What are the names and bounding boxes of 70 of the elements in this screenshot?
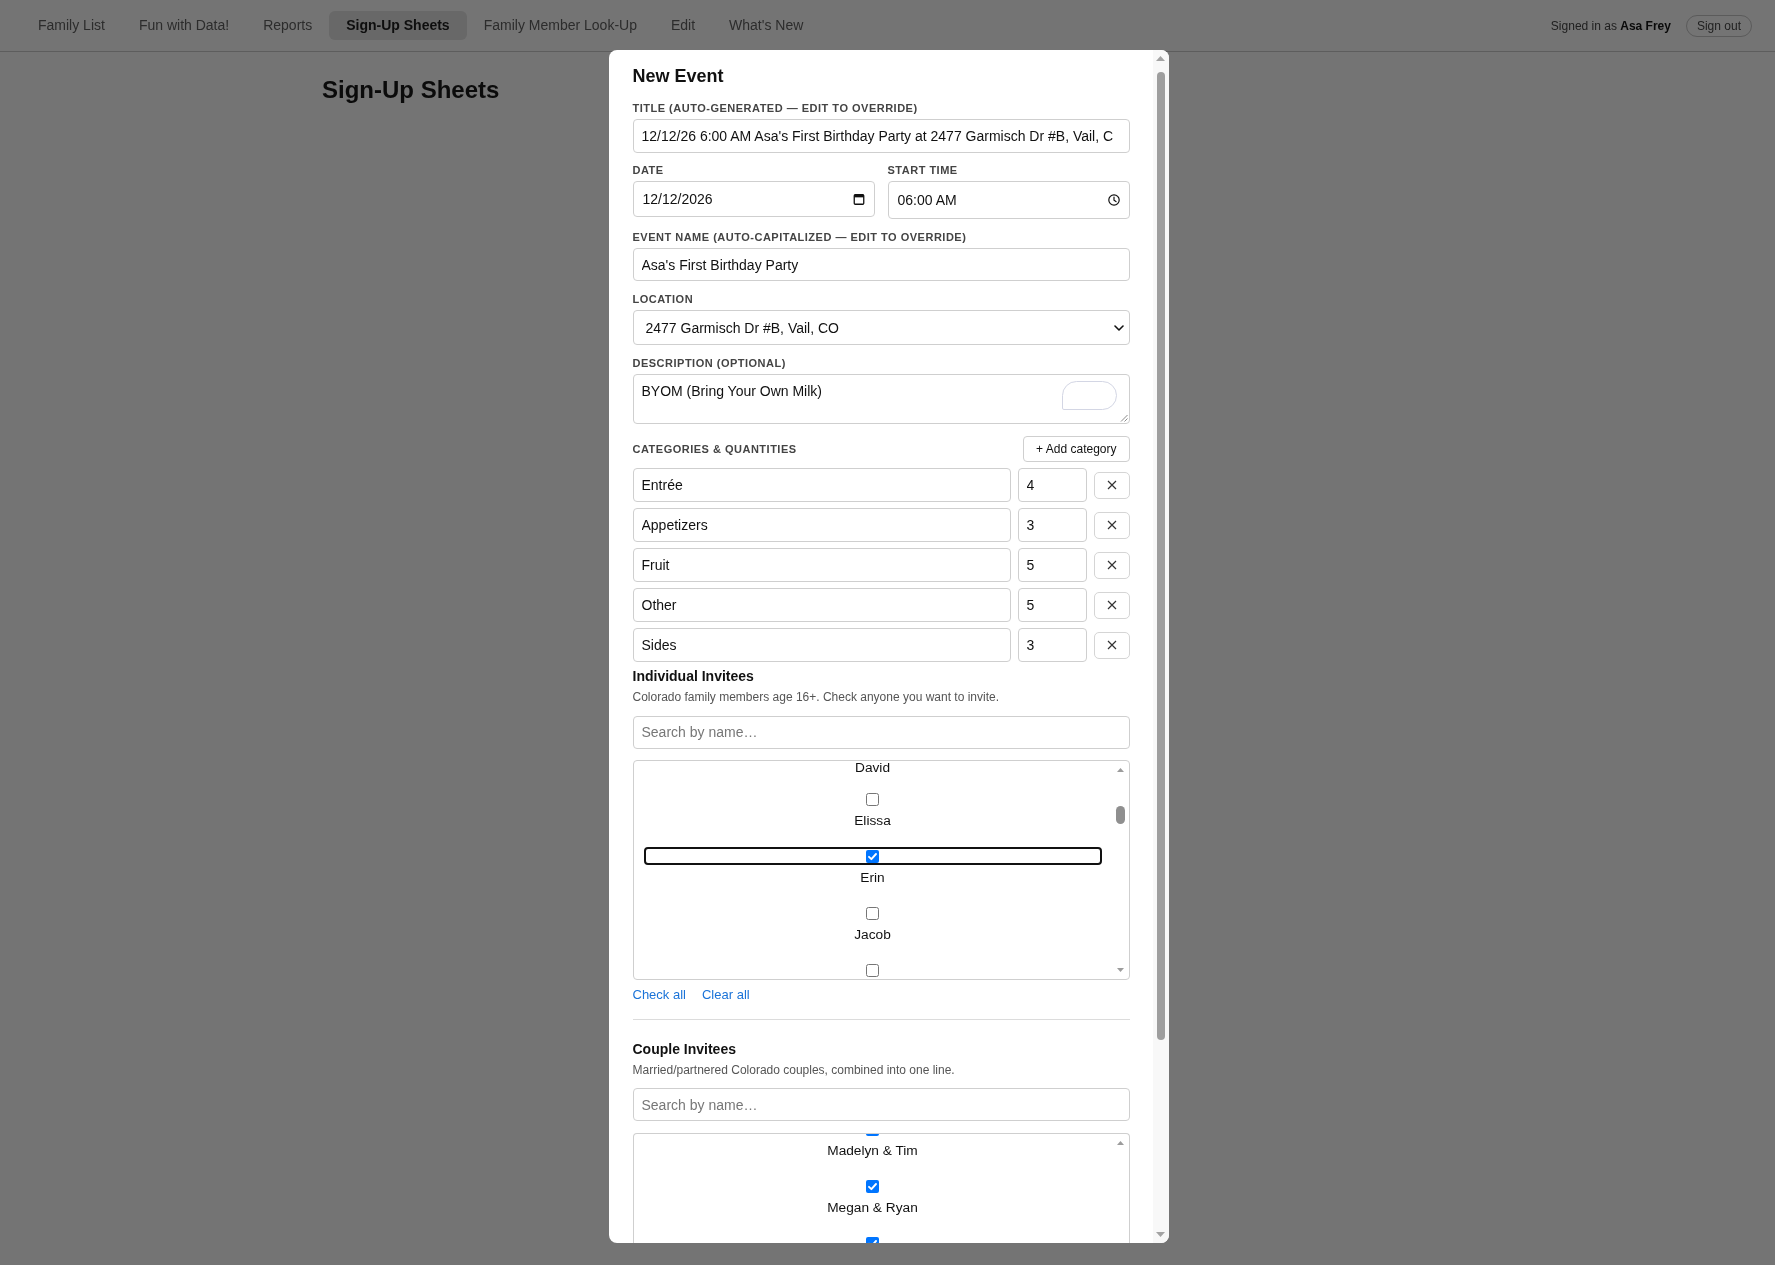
checkbox[interactable] — [866, 963, 879, 977]
section-description: Colorado family members age 16+. Check anyone you want to invite. — [632, 690, 1001, 705]
invitee-name: Jacob — [854, 926, 891, 943]
checkbox[interactable] — [866, 792, 879, 806]
category-name-field[interactable]: Fruit — [632, 548, 1011, 582]
scroll-up-arrow-icon[interactable] — [1116, 768, 1124, 772]
field-label: EVENT NAME (AUTO-CAPITALIZED — EDIT TO OVERRIDE) — [632, 231, 968, 244]
checkbox[interactable] — [866, 1133, 879, 1136]
close-icon — [1106, 600, 1117, 610]
category-name-field[interactable]: Entrée — [632, 468, 1011, 502]
checkbox[interactable] — [866, 1236, 879, 1243]
invitee-name: David — [855, 761, 890, 774]
section-heading: Couple Invitees — [632, 1040, 737, 1058]
checkbox[interactable] — [866, 906, 879, 920]
field-label: CATEGORIES & QUANTITIES — [632, 442, 797, 456]
scroll-down-arrow-icon[interactable] — [1116, 968, 1124, 972]
remove-button[interactable] — [1093, 471, 1130, 499]
scrollbar-thumb[interactable] — [1156, 72, 1165, 1040]
quantity-field[interactable]: 5 — [1017, 588, 1087, 622]
category-name-field[interactable]: Other — [632, 588, 1011, 622]
link[interactable]: Clear all — [701, 987, 750, 1003]
focus-ring[interactable] — [643, 847, 1102, 865]
signed-in-text: Signed in as Asa Frey — [1550, 18, 1671, 33]
scrollbar-thumb[interactable] — [1115, 806, 1125, 824]
section-heading: Individual Invitees — [632, 668, 755, 685]
quantity-field[interactable]: 3 — [1017, 628, 1087, 662]
scroll-down-arrow-icon[interactable] — [1156, 1231, 1165, 1237]
search-field[interactable]: Search by name… — [632, 1088, 1130, 1121]
page-heading: Sign-Up Sheets — [322, 76, 500, 104]
time-field[interactable]: 06:00 AM — [887, 181, 1130, 219]
quantity-field[interactable]: 5 — [1017, 548, 1087, 582]
field-label: START TIME — [887, 164, 959, 177]
category-name-field[interactable]: Appetizers — [632, 508, 1011, 542]
remove-button[interactable] — [1093, 511, 1130, 539]
quantity-field[interactable]: 4 — [1017, 468, 1087, 502]
close-icon — [1106, 480, 1117, 490]
clock-icon[interactable] — [1107, 194, 1120, 206]
dialog-title: New Event — [632, 65, 725, 88]
date-field[interactable]: 12/12/2026 — [632, 181, 875, 217]
remove-button[interactable] — [1093, 631, 1130, 659]
checkbox[interactable] — [866, 1179, 879, 1193]
field-label: TITLE (AUTO-GENERATED — EDIT TO OVERRIDE) — [632, 102, 919, 115]
section-description: Married/partnered Colorado couples, combined into one line. — [632, 1062, 956, 1078]
close-icon — [1106, 520, 1117, 530]
calendar-icon[interactable] — [852, 193, 865, 205]
close-icon — [1106, 640, 1117, 650]
remove-button[interactable] — [1093, 551, 1130, 579]
description-field[interactable]: BYOM (Bring Your Own Milk) — [632, 374, 1130, 424]
field-label: DESCRIPTION (OPTIONAL) — [632, 357, 787, 370]
category-name-field[interactable]: Sides — [632, 628, 1011, 662]
invitee-name: Erin — [860, 869, 885, 886]
chevron-down-icon — [1113, 324, 1124, 331]
field-label: DATE — [632, 164, 665, 177]
search-field[interactable]: Search by name… — [632, 715, 1130, 749]
link[interactable]: Check all — [632, 987, 686, 1003]
resize-grip-icon[interactable] — [1119, 414, 1128, 422]
close-icon — [1106, 560, 1117, 570]
invitee-name: Megan & Ryan — [827, 1199, 918, 1216]
add-category-button[interactable]: + Add category — [1023, 436, 1130, 462]
field-label: LOCATION — [632, 293, 695, 306]
scroll-up-arrow-icon[interactable] — [1156, 55, 1165, 61]
scroll-up-arrow-icon[interactable] — [1116, 1140, 1124, 1145]
event-name-field[interactable]: Asa's First Birthday Party — [632, 248, 1130, 281]
invitee-name: Madelyn & Tim — [827, 1142, 918, 1159]
checkbox[interactable] — [866, 849, 879, 863]
remove-button[interactable] — [1093, 591, 1130, 619]
location-select[interactable]: 2477 Garmisch Dr #B, Vail, CO — [632, 310, 1130, 345]
quantity-field[interactable]: 3 — [1017, 508, 1087, 542]
invitee-name: Elissa — [854, 812, 891, 829]
title-field[interactable]: 12/12/26 6:00 AM Asa's First Birthday Party at 2477 Garmisch Dr #B, Vail, C — [632, 119, 1130, 153]
